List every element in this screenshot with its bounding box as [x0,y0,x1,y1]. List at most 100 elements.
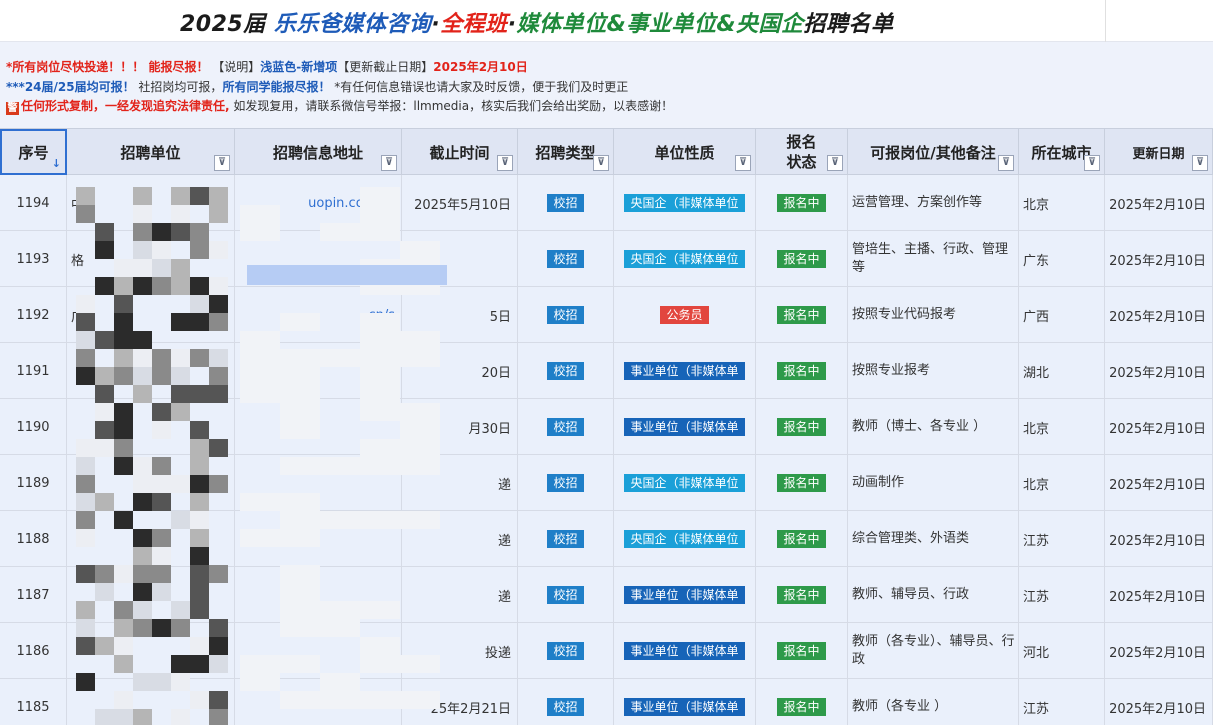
header-nature[interactable]: 单位性质 ⊽ [614,129,756,175]
cell-status[interactable]: 报名中 [756,399,848,455]
cell-city[interactable]: 江苏 [1019,567,1105,623]
table-row[interactable]: 1190 月30日 校招 事业单位（非媒体单 报名中 教师（博士、各专业 ） 北京 2025年… [0,399,1213,455]
cell-city[interactable]: 江苏 [1019,511,1105,567]
cell-deadline[interactable]: 5日 [402,287,518,343]
cell-unit[interactable]: 广 [67,287,235,343]
cell-unit[interactable] [67,455,235,511]
cell-deadline[interactable]: 20日 [402,343,518,399]
filter-icon[interactable]: ⊽ [1084,155,1100,171]
header-status[interactable]: 报名状态 ⊽ [756,129,848,175]
cell-nature[interactable]: 央国企（非媒体单位 [614,231,756,287]
filter-icon[interactable]: ⊽ [381,155,397,171]
cell-updated[interactable]: 2025年2月10日 [1105,399,1213,455]
cell-deadline[interactable]: 月30日 [402,399,518,455]
filter-icon[interactable]: ⊽ [1192,155,1208,171]
cell-updated[interactable]: 2025年2月10日 [1105,231,1213,287]
cell-positions[interactable]: 运营管理、方案创作等 [848,175,1019,231]
table-row[interactable]: 1188 递 校招 央国企（非媒体单位 报名中 综合管理类、外语类 江苏 2025年2月10日 [0,511,1213,567]
cell-city[interactable]: 广西 [1019,287,1105,343]
header-seq[interactable]: 序号 ↓ [0,129,67,175]
cell-positions[interactable]: 综合管理类、外语类 [848,511,1019,567]
cell-nature[interactable]: 事业单位（非媒体单 [614,679,756,725]
cell-url[interactable] [235,623,402,679]
cell-type[interactable]: 校招 [518,399,614,455]
cell-url[interactable] [235,399,402,455]
cell-type[interactable]: 校招 [518,175,614,231]
cell-city[interactable]: 北京 [1019,175,1105,231]
cell-nature[interactable]: 央国企（非媒体单位 [614,511,756,567]
cell-updated[interactable]: 2025年2月10日 [1105,343,1213,399]
cell-unit[interactable] [67,343,235,399]
cell-unit[interactable] [67,623,235,679]
cell-positions[interactable]: 教师（各专业 ） [848,679,1019,725]
cell-city[interactable]: 江苏 [1019,679,1105,725]
cell-type[interactable]: 校招 [518,343,614,399]
header-updated[interactable]: 更新日期 ⊽ [1105,129,1213,175]
cell-seq[interactable]: 1194 [0,175,67,231]
cell-city[interactable]: 湖北 [1019,343,1105,399]
cell-unit[interactable] [67,399,235,455]
cell-city[interactable]: 广东 [1019,231,1105,287]
cell-updated[interactable]: 2025年2月10日 [1105,287,1213,343]
cell-seq[interactable]: 1185 [0,679,67,725]
cell-nature[interactable]: 事业单位（非媒体单 [614,623,756,679]
cell-url[interactable] [235,567,402,623]
cell-status[interactable]: 报名中 [756,287,848,343]
cell-type[interactable]: 校招 [518,287,614,343]
cell-nature[interactable]: 央国企（非媒体单位 [614,455,756,511]
cell-nature[interactable]: 央国企（非媒体单位 [614,175,756,231]
cell-type[interactable]: 校招 [518,231,614,287]
header-deadline[interactable]: 截止时间 ⊽ [402,129,518,175]
cell-nature[interactable]: 事业单位（非媒体单 [614,567,756,623]
cell-status[interactable]: 报名中 [756,567,848,623]
cell-seq[interactable]: 1191 [0,343,67,399]
cell-seq[interactable]: 1190 [0,399,67,455]
cell-seq[interactable]: 1186 [0,623,67,679]
cell-seq[interactable]: 1192 [0,287,67,343]
filter-icon[interactable]: ⊽ [735,155,751,171]
cell-positions[interactable]: 动画制作 [848,455,1019,511]
header-city[interactable]: 所在城市 ⊽ [1019,129,1105,175]
cell-status[interactable]: 报名中 [756,623,848,679]
cell-deadline[interactable]: 2025年5月10日 [402,175,518,231]
table-row[interactable]: 1189 递 校招 央国企（非媒体单位 报名中 动画制作 北京 2025年2月10日 [0,455,1213,511]
cell-unit[interactable] [67,511,235,567]
cell-status[interactable]: 报名中 [756,343,848,399]
cell-deadline[interactable]: 25年2月21日 [402,679,518,725]
cell-positions[interactable]: 教师、辅导员、行政 [848,567,1019,623]
sort-desc-icon[interactable]: ↓ [52,157,61,170]
cell-url[interactable] [235,679,402,725]
cell-positions[interactable]: 按照专业报考 [848,343,1019,399]
filter-icon[interactable]: ⊽ [998,155,1014,171]
cell-deadline[interactable]: 递 [402,455,518,511]
cell-url[interactable]: uopin.com/cc [235,175,402,231]
filter-icon[interactable]: ⊽ [214,155,230,171]
cell-status[interactable]: 报名中 [756,455,848,511]
cell-nature[interactable]: 事业单位（非媒体单 [614,399,756,455]
cell-url[interactable] [235,511,402,567]
table-row[interactable]: 1191 syd 20日 校招 事业单位（非媒体单 报名中 按照专业报考 湖北 2025年2月1… [0,343,1213,399]
cell-url[interactable]: syd [235,343,402,399]
table-row[interactable]: 1186 投递 校招 事业单位（非媒体单 报名中 教师（各专业）、辅导员、行政 河北 2025… [0,623,1213,679]
cell-url[interactable]: cn/s [235,287,402,343]
cell-unit[interactable]: 中 [67,175,235,231]
cell-unit[interactable]: 格 [67,231,235,287]
cell-positions[interactable]: 管培生、主播、行政、管理等 [848,231,1019,287]
cell-positions[interactable]: 按照专业代码报考 [848,287,1019,343]
table-row[interactable]: 1185 25年2月21日 校招 事业单位（非媒体单 报名中 教师（各专业 ） 江苏 2025… [0,679,1213,725]
cell-type[interactable]: 校招 [518,455,614,511]
filter-icon[interactable]: ⊽ [827,155,843,171]
table-row[interactable]: 1192 广 cn/s 5日 校招 公务员 报名中 按照专业代码报考 广西 2025年2月10日 [0,287,1213,343]
cell-status[interactable]: 报名中 [756,679,848,725]
cell-seq[interactable]: 1189 [0,455,67,511]
cell-status[interactable]: 报名中 [756,231,848,287]
cell-seq[interactable]: 1187 [0,567,67,623]
header-type[interactable]: 招聘类型 ⊽ [518,129,614,175]
cell-status[interactable]: 报名中 [756,175,848,231]
table-row[interactable]: 1193 格 校招 央国企（非媒体单位 报名中 管培生、主播、行政、管理等 广东 2025年2… [0,231,1213,287]
cell-seq[interactable]: 1188 [0,511,67,567]
cell-updated[interactable]: 2025年2月10日 [1105,567,1213,623]
cell-deadline[interactable]: 投递 [402,623,518,679]
cell-unit[interactable] [67,679,235,725]
cell-updated[interactable]: 2025年2月10日 [1105,175,1213,231]
